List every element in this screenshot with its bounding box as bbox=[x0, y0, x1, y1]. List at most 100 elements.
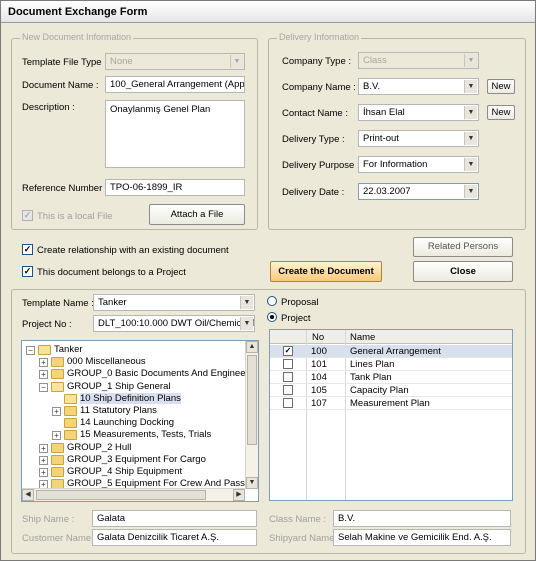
tree-horizontal-scrollbar[interactable]: ◀ ▶ bbox=[22, 488, 245, 501]
shipyard-name-input[interactable]: Selah Makine ve Gemicilik End. A.Ş. bbox=[333, 529, 511, 546]
tree-scroll-thumb[interactable] bbox=[247, 355, 257, 445]
attach-file-button[interactable]: Attach a File bbox=[149, 204, 245, 225]
expand-icon[interactable]: + bbox=[39, 455, 48, 465]
tree-item[interactable]: +000 Miscellaneous bbox=[22, 356, 242, 369]
expand-icon[interactable]: + bbox=[39, 443, 48, 453]
tree-item-label: 14 Launching Docking bbox=[80, 417, 175, 429]
folder-icon bbox=[51, 442, 64, 453]
row-no: 105 bbox=[311, 385, 327, 396]
project-radio[interactable] bbox=[267, 312, 277, 322]
tree-item[interactable]: 14 Launching Docking bbox=[22, 417, 242, 430]
reference-number-input[interactable]: TPO-06-1899_IR bbox=[105, 179, 245, 196]
row-name: Lines Plan bbox=[350, 359, 395, 370]
folder-icon bbox=[51, 357, 64, 368]
expand-icon[interactable]: + bbox=[39, 370, 48, 380]
project-checkbox[interactable]: ✓ bbox=[22, 266, 33, 277]
tree-item[interactable]: − GROUP_1 Ship General bbox=[22, 381, 242, 394]
tree-hscroll-thumb[interactable] bbox=[36, 490, 206, 500]
reference-number-label: Reference Number : bbox=[22, 183, 108, 194]
tree-item[interactable]: − Tanker bbox=[22, 344, 242, 357]
new-contact-button[interactable]: New bbox=[487, 105, 515, 120]
tree-item[interactable]: + GROUP_4 Ship Equipment bbox=[22, 466, 242, 479]
project-no-label: Project No : bbox=[22, 319, 72, 330]
contact-name-label: Contact Name : bbox=[282, 108, 348, 119]
chevron-down-icon[interactable]: ▼ bbox=[464, 158, 477, 171]
tree-vertical-scrollbar[interactable]: ▲ ▼ bbox=[245, 341, 258, 489]
proposal-label: Proposal bbox=[281, 297, 319, 308]
expand-icon[interactable]: + bbox=[52, 431, 61, 441]
tree-item[interactable]: + GROUP_2 Hull bbox=[22, 442, 242, 455]
class-name-input[interactable]: B.V. bbox=[333, 510, 511, 527]
template-file-type-select: None ▼ bbox=[105, 53, 245, 70]
grid-header-name: Name bbox=[350, 332, 376, 343]
chevron-down-icon[interactable]: ▼ bbox=[464, 80, 477, 93]
expand-icon[interactable]: + bbox=[39, 358, 48, 368]
proposal-radio[interactable] bbox=[267, 296, 277, 306]
grid-row[interactable]: 101 Lines Plan bbox=[270, 358, 512, 371]
class-name-label: Class Name : bbox=[269, 514, 327, 525]
row-checkbox[interactable]: ✓ bbox=[283, 346, 293, 356]
delivery-group-label: Delivery Information bbox=[277, 32, 362, 42]
relationship-checkbox[interactable]: ✓ bbox=[22, 244, 33, 255]
template-file-type-value: None bbox=[110, 56, 133, 67]
chevron-down-icon: ▼ bbox=[464, 54, 477, 67]
tree-item-label: GROUP_2 Hull bbox=[67, 441, 132, 453]
contact-name-select[interactable]: İhsan Elal ▼ bbox=[358, 104, 479, 121]
template-name-select[interactable]: Tanker ▼ bbox=[93, 294, 255, 311]
document-grid[interactable]: No Name ✓ 100 General Arrangement 101 Lines … bbox=[269, 329, 513, 501]
row-checkbox[interactable] bbox=[283, 359, 293, 369]
chevron-down-icon[interactable]: ▼ bbox=[240, 296, 253, 309]
scroll-up-icon[interactable]: ▲ bbox=[246, 341, 258, 353]
delivery-type-select[interactable]: Print-out ▼ bbox=[358, 130, 479, 147]
company-name-select[interactable]: B.V. ▼ bbox=[358, 78, 479, 95]
ship-name-input[interactable]: Galata bbox=[92, 510, 257, 527]
create-document-button[interactable]: Create the Document bbox=[270, 261, 382, 282]
tree-item[interactable]: + GROUP_0 Basic Documents And Engineering… bbox=[22, 368, 258, 381]
chevron-down-icon[interactable]: ▼ bbox=[240, 317, 253, 330]
customer-name-input[interactable]: Galata Denizcilik Ticaret A.Ş. bbox=[92, 529, 257, 546]
local-file-label: This is a local File bbox=[37, 211, 113, 222]
grid-row[interactable]: 104 Tank Plan bbox=[270, 371, 512, 384]
tree-item[interactable]: +11 Statutory Plans bbox=[22, 405, 242, 418]
expand-icon[interactable]: + bbox=[52, 407, 61, 416]
new-company-button[interactable]: New bbox=[487, 79, 515, 94]
tree-item[interactable]: 10 Ship Definition Plans bbox=[22, 392, 242, 406]
tree-item-label: GROUP_3 Equipment For Cargo bbox=[67, 453, 206, 465]
scroll-left-icon[interactable]: ◀ bbox=[22, 489, 34, 501]
row-checkbox[interactable] bbox=[283, 372, 293, 382]
scroll-right-icon[interactable]: ▶ bbox=[233, 489, 245, 501]
expand-icon[interactable]: + bbox=[39, 468, 48, 477]
collapse-icon[interactable]: − bbox=[39, 382, 48, 392]
scroll-down-icon[interactable]: ▼ bbox=[246, 477, 258, 489]
folder-open-icon bbox=[38, 345, 51, 355]
related-persons-button[interactable]: Related Persons bbox=[413, 237, 513, 257]
grid-row[interactable]: 105 Capacity Plan bbox=[270, 384, 512, 397]
description-textarea[interactable]: Onaylanmış Genel Plan bbox=[105, 100, 245, 168]
close-button[interactable]: Close bbox=[413, 261, 513, 282]
collapse-icon[interactable]: − bbox=[26, 346, 35, 355]
document-name-input[interactable]: 100_General Arrangement (Approval) bbox=[105, 76, 245, 93]
row-checkbox[interactable] bbox=[283, 398, 293, 408]
folder-open-icon bbox=[64, 393, 77, 404]
grid-row[interactable]: 107 Measurement Plan bbox=[270, 397, 512, 410]
tree-item[interactable]: + GROUP_3 Equipment For Cargo bbox=[22, 454, 242, 467]
tree-item[interactable]: +15 Measurements, Tests, Trials bbox=[22, 429, 242, 442]
delivery-purpose-select[interactable]: For Information ▼ bbox=[358, 156, 479, 173]
ship-name-label: Ship Name : bbox=[22, 514, 75, 525]
chevron-down-icon[interactable]: ▼ bbox=[464, 185, 477, 198]
grid-row[interactable]: ✓ 100 General Arrangement bbox=[270, 345, 512, 358]
folder-icon bbox=[51, 467, 64, 477]
chevron-down-icon[interactable]: ▼ bbox=[464, 132, 477, 145]
project-no-select[interactable]: DLT_100:10.000 DWT Oil/Chemical Ta ▼ bbox=[93, 315, 255, 332]
chevron-down-icon[interactable]: ▼ bbox=[464, 106, 477, 119]
row-name: General Arrangement bbox=[350, 346, 441, 357]
delivery-purpose-value: For Information bbox=[363, 159, 428, 170]
local-file-checkbox: ✓ bbox=[22, 210, 33, 221]
row-no: 101 bbox=[311, 359, 327, 370]
row-name: Tank Plan bbox=[350, 372, 392, 383]
delivery-date-picker[interactable]: 22.03.2007 ▼ bbox=[358, 183, 479, 200]
row-checkbox[interactable] bbox=[283, 385, 293, 395]
tree-item-label: 000 Miscellaneous bbox=[67, 356, 146, 368]
customer-name-label: Customer Name : bbox=[22, 533, 97, 544]
category-tree[interactable]: − Tanker +000 Miscellaneous + GROUP_0 Basic … bbox=[21, 340, 259, 502]
